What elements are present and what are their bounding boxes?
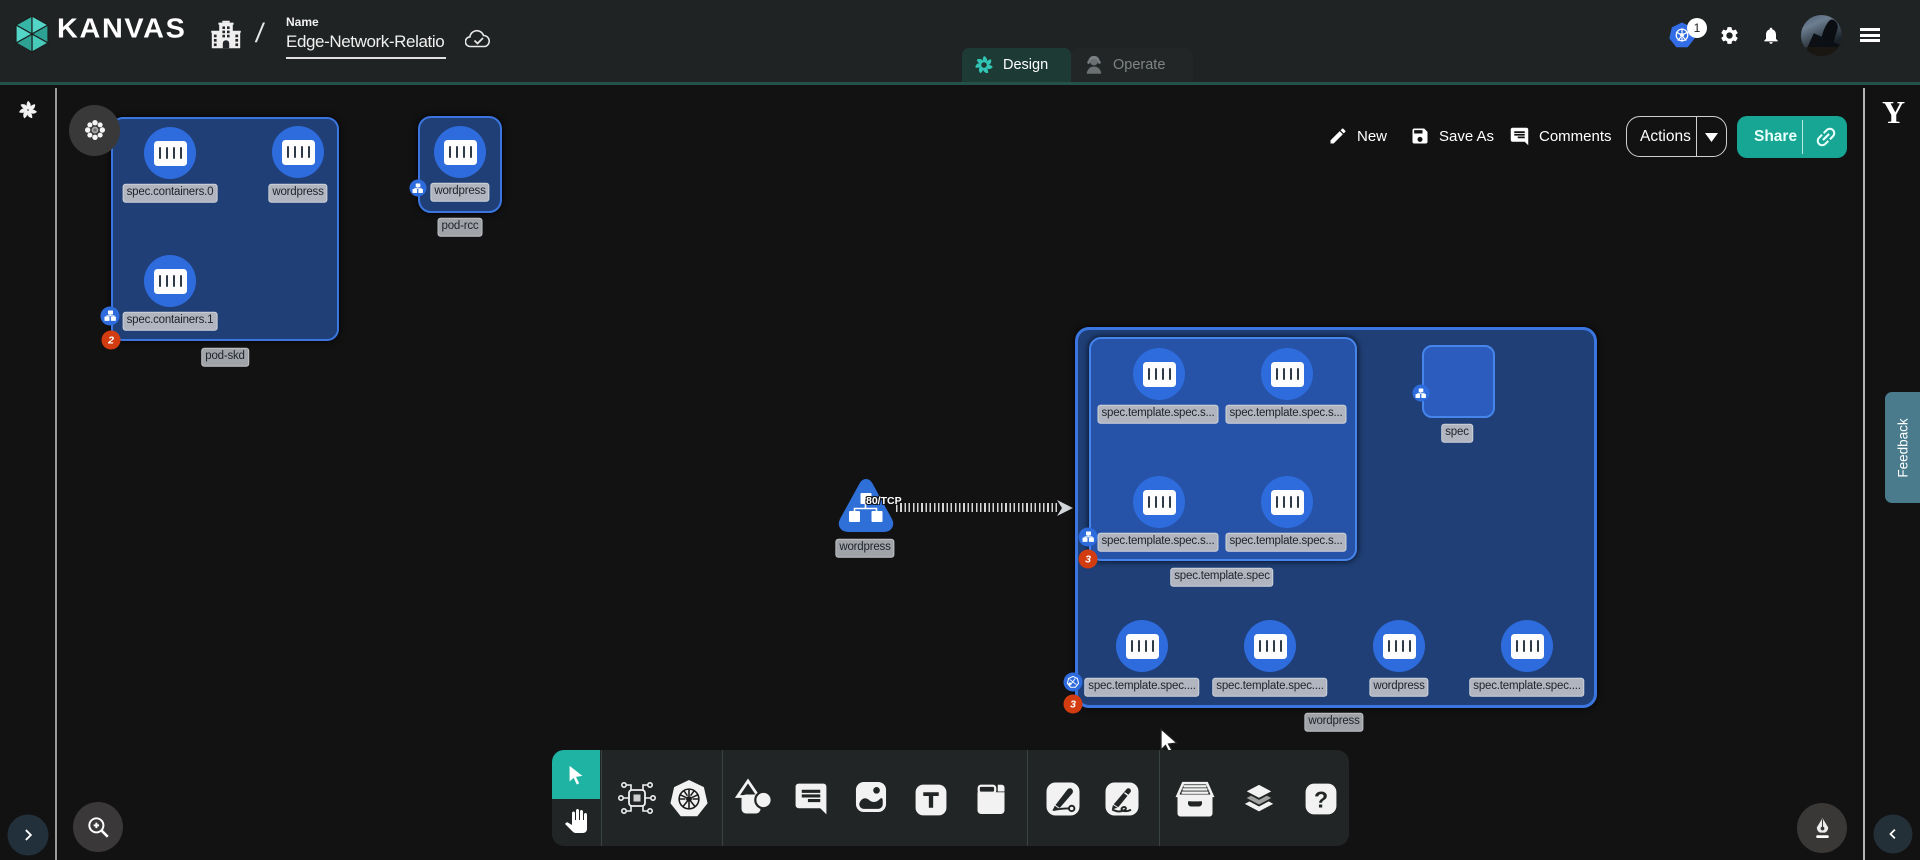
svg-text:?: ? bbox=[1314, 786, 1328, 812]
